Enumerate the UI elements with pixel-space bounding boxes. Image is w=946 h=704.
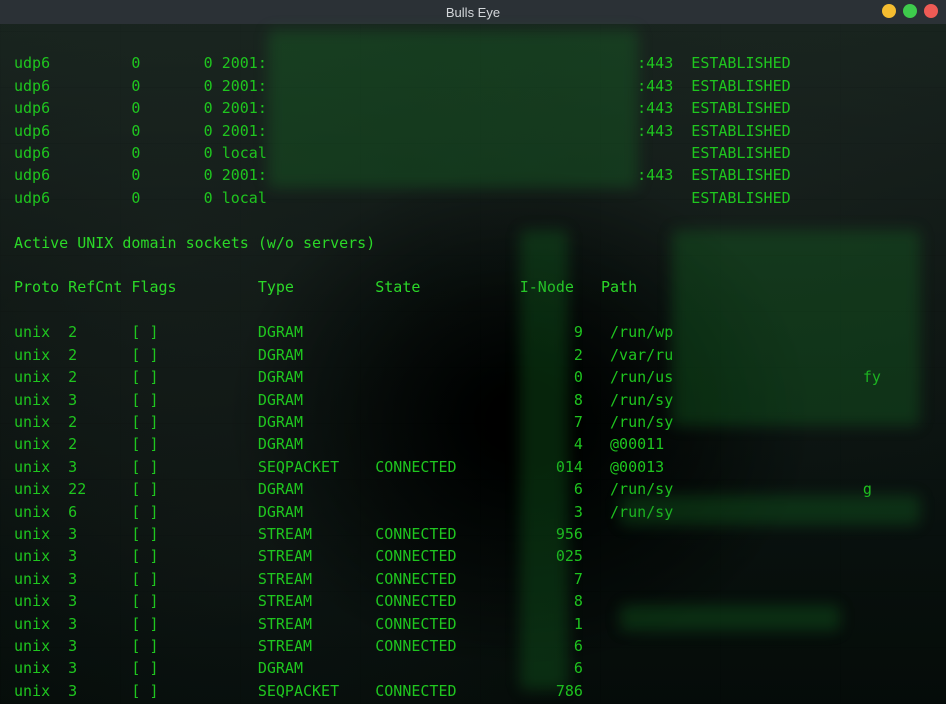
unix-socket-row: unix 2 [ ] DGRAM 2 /var/ru bbox=[14, 344, 936, 366]
unix-socket-row: unix 3 [ ] STREAM CONNECTED 8 bbox=[14, 590, 936, 612]
unix-socket-row: unix 3 [ ] STREAM CONNECTED 1 bbox=[14, 613, 936, 635]
netstat-row: udp6 0 0 local ESTABLISHED bbox=[14, 187, 936, 209]
netstat-row: udp6 0 0 local ESTABLISHED bbox=[14, 142, 936, 164]
terminal-output[interactable]: udp6 0 0 2001: :443 ESTABLISHEDudp6 0 0 … bbox=[0, 24, 946, 704]
maximize-icon[interactable] bbox=[903, 4, 917, 18]
unix-socket-row: unix 3 [ ] DGRAM 6 bbox=[14, 657, 936, 679]
unix-header-row: Proto RefCnt Flags Type State I-Node Pat… bbox=[14, 276, 936, 298]
netstat-row: udp6 0 0 2001: :443 ESTABLISHED bbox=[14, 164, 936, 186]
unix-socket-row: unix 3 [ ] STREAM CONNECTED 956 bbox=[14, 523, 936, 545]
unix-socket-row: unix 3 [ ] SEQPACKET CONNECTED 786 bbox=[14, 680, 936, 702]
netstat-row: udp6 0 0 2001: :443 ESTABLISHED bbox=[14, 52, 936, 74]
close-icon[interactable] bbox=[924, 4, 938, 18]
window-titlebar[interactable]: Bulls Eye bbox=[0, 0, 946, 24]
unix-socket-row: unix 2 [ ] DGRAM 7 /run/sy bbox=[14, 411, 936, 433]
unix-socket-row: unix 2 [ ] DGRAM 0 /run/us fy bbox=[14, 366, 936, 388]
netstat-row: udp6 0 0 2001: :443 ESTABLISHED bbox=[14, 120, 936, 142]
section-header: Active UNIX domain sockets (w/o servers) bbox=[14, 232, 936, 254]
netstat-row: udp6 0 0 2001: :443 ESTABLISHED bbox=[14, 75, 936, 97]
window-buttons bbox=[882, 4, 938, 18]
unix-socket-row: unix 3 [ ] STREAM CONNECTED 6 bbox=[14, 635, 936, 657]
unix-socket-row: unix 6 [ ] DGRAM 3 /run/sy bbox=[14, 501, 936, 523]
netstat-row: udp6 0 0 2001: :443 ESTABLISHED bbox=[14, 97, 936, 119]
unix-socket-row: unix 2 [ ] DGRAM 9 /run/wp bbox=[14, 321, 936, 343]
unix-socket-row: unix 2 [ ] DGRAM 4 @00011 bbox=[14, 433, 936, 455]
unix-socket-row: unix 3 [ ] STREAM CONNECTED 025 bbox=[14, 545, 936, 567]
minimize-icon[interactable] bbox=[882, 4, 896, 18]
unix-socket-row: unix 3 [ ] SEQPACKET CONNECTED 014 @0001… bbox=[14, 456, 936, 478]
unix-socket-row: unix 22 [ ] DGRAM 6 /run/sy g bbox=[14, 478, 936, 500]
window-title: Bulls Eye bbox=[446, 5, 500, 20]
unix-socket-row: unix 3 [ ] STREAM CONNECTED 7 bbox=[14, 568, 936, 590]
unix-socket-row: unix 3 [ ] DGRAM 8 /run/sy bbox=[14, 389, 936, 411]
